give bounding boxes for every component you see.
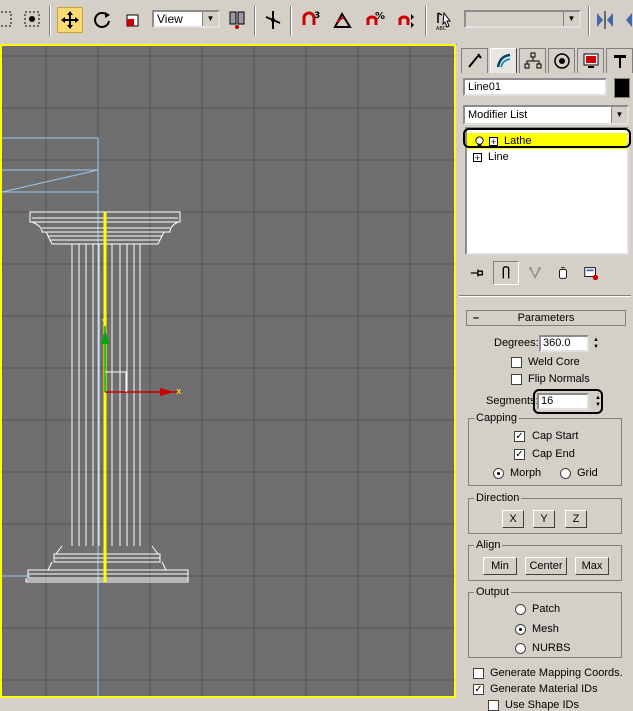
chevron-down-icon: ▼ [563, 12, 579, 26]
generate-material-ids-checkbox[interactable]: ✓ [473, 684, 484, 695]
gizmo-y-label: y [102, 317, 108, 327]
cap-start-checkbox[interactable]: ✓ [514, 431, 525, 442]
configure-modifier-sets-icon[interactable] [579, 262, 603, 284]
snaps-toggle-icon[interactable]: 3 [298, 7, 324, 33]
expand-plus-icon[interactable]: + [473, 152, 482, 162]
mesh-radio[interactable] [515, 624, 526, 635]
flip-normals-label: Flip Normals [528, 373, 590, 385]
nurbs-radio[interactable] [515, 643, 526, 654]
pivot-center-icon[interactable] [224, 7, 250, 33]
select-rotate-icon[interactable] [89, 7, 115, 33]
object-name-value: Line01 [468, 81, 502, 93]
align-min-button[interactable]: Min [483, 557, 517, 575]
front-viewport[interactable]: x y [0, 44, 456, 698]
chevron-down-icon: ▼ [611, 107, 627, 123]
morph-label: Morph [510, 467, 542, 479]
weld-core-label: Weld Core [528, 356, 580, 368]
flip-normals-checkbox[interactable] [511, 374, 522, 385]
motion-tab[interactable] [548, 48, 575, 73]
segments-highlight-annotation [533, 389, 603, 414]
window-crossing-icon[interactable] [20, 7, 46, 33]
utilities-tab[interactable] [606, 48, 633, 73]
morph-radio[interactable] [493, 468, 504, 479]
object-name-field[interactable]: Line01 [463, 78, 607, 96]
capping-title: Capping [474, 412, 519, 424]
spinner-snap-icon[interactable] [394, 7, 420, 33]
modifier-list-value: Modifier List [468, 109, 528, 121]
align-icon[interactable] [620, 7, 633, 33]
object-color-swatch[interactable] [614, 78, 630, 98]
direction-y-button[interactable]: Y [533, 510, 555, 528]
viewport-canvas: x y [2, 46, 454, 696]
modifier-list-select[interactable]: Modifier List ▼ [463, 105, 629, 125]
percent-snap-icon[interactable]: % [362, 7, 388, 33]
gizmo-x-label: x [176, 387, 182, 397]
direction-title: Direction [474, 492, 522, 504]
mirror-icon[interactable] [592, 7, 618, 33]
grid-radio[interactable] [560, 468, 571, 479]
pin-stack-icon[interactable] [465, 262, 489, 284]
svg-text:%: % [375, 11, 385, 22]
cap-end-checkbox[interactable]: ✓ [514, 449, 525, 460]
parameters-rollout-header[interactable]: – Parameters [466, 310, 626, 326]
stack-toolbar [465, 260, 629, 286]
patch-label: Patch [532, 603, 561, 615]
make-unique-icon[interactable] [523, 262, 547, 284]
select-manipulate-icon[interactable] [260, 7, 286, 33]
grid-label: Grid [577, 467, 598, 479]
degrees-label: Degrees: [494, 337, 539, 349]
degrees-value: 360.0 [543, 337, 571, 349]
select-move-icon[interactable] [57, 7, 83, 33]
named-selection-set-select[interactable]: ▼ [464, 10, 581, 28]
svg-text:3: 3 [314, 11, 320, 21]
svg-text:ABC: ABC [436, 26, 447, 31]
segments-label: Segments: [486, 395, 539, 407]
stack-item-label: Line [488, 151, 509, 163]
edit-named-selection-icon[interactable]: ABC [432, 7, 458, 33]
cap-end-label: Cap End [532, 448, 575, 460]
use-shape-ids-label: Use Shape IDs [505, 699, 579, 711]
select-region-icon[interactable] [0, 7, 18, 33]
cap-start-label: Cap Start [532, 430, 579, 442]
degrees-input[interactable]: 360.0 [539, 335, 589, 352]
display-tab[interactable] [577, 48, 604, 73]
lathe-highlight-annotation [463, 128, 631, 148]
generate-material-ids-label: Generate Material IDs [490, 683, 598, 695]
generate-mapping-label: Generate Mapping Coords. [490, 667, 623, 679]
align-max-button[interactable]: Max [575, 557, 609, 575]
select-scale-icon[interactable] [121, 7, 147, 33]
mesh-label: Mesh [532, 623, 559, 635]
angle-snap-icon[interactable] [330, 7, 356, 33]
command-panel: Line01 Modifier List ▼ + Lathe + Line – … [457, 44, 633, 711]
remove-modifier-icon[interactable] [551, 262, 575, 284]
nurbs-label: NURBS [532, 642, 571, 654]
generate-mapping-checkbox[interactable] [473, 668, 484, 679]
rollout-title: Parameters [517, 312, 575, 324]
show-end-result-icon[interactable] [493, 261, 519, 285]
patch-radio[interactable] [515, 604, 526, 615]
main-toolbar: View ▼ 3 % ABC ▼ [0, 0, 633, 45]
use-shape-ids-checkbox[interactable] [488, 700, 499, 711]
reference-coordinate-select[interactable]: View ▼ [152, 10, 220, 28]
collapse-minus-icon: – [473, 312, 480, 324]
degrees-spinner[interactable]: ▲ ▼ [591, 335, 601, 352]
direction-x-button[interactable]: X [502, 510, 524, 528]
output-title: Output [474, 586, 512, 598]
hierarchy-tab[interactable] [519, 48, 546, 73]
stack-item-line[interactable]: + Line [467, 149, 627, 165]
align-center-button[interactable]: Center [525, 557, 567, 575]
command-panel-tabs [461, 48, 633, 74]
direction-z-button[interactable]: Z [565, 510, 587, 528]
modify-tab[interactable] [490, 48, 517, 73]
align-title: Align [474, 539, 503, 551]
create-tab[interactable] [461, 48, 488, 73]
weld-core-checkbox[interactable] [511, 357, 522, 368]
chevron-down-icon: ▼ [202, 12, 218, 26]
panel-divider [459, 295, 631, 297]
reference-coordinate-value: View [157, 12, 183, 26]
